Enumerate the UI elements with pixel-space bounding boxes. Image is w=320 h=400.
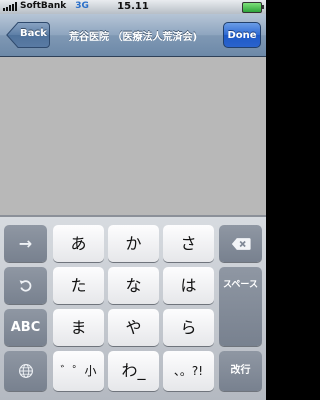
cursor-right-key[interactable]: → — [4, 225, 47, 262]
abc-key[interactable]: ABC — [4, 309, 47, 346]
back-button-label: Back — [20, 28, 47, 39]
kana-key-ka[interactable]: か — [108, 225, 159, 262]
kana-key-ka-label: か — [125, 234, 142, 253]
abc-key-label: ABC — [10, 320, 41, 335]
kana-key-a-label: あ — [70, 234, 87, 253]
space-key[interactable]: スペース — [219, 267, 262, 346]
done-button[interactable]: Done — [223, 22, 261, 48]
globe-key[interactable] — [4, 351, 47, 391]
punctuation-key-label: 、。?! — [173, 364, 204, 378]
space-key-label: スペース — [223, 280, 258, 290]
japanese-keyboard: → ABC あ か さ た な は ま や ら ゛゜小 わ_ 、。?! スペース… — [0, 215, 266, 400]
kana-key-ma[interactable]: ま — [53, 309, 104, 346]
kana-key-ya-label: や — [125, 318, 142, 337]
undo-icon — [19, 280, 31, 292]
delete-icon — [231, 238, 251, 250]
kana-key-ya[interactable]: や — [108, 309, 159, 346]
kana-key-sa[interactable]: さ — [163, 225, 214, 262]
battery-icon — [242, 2, 264, 13]
kana-key-sa-label: さ — [180, 234, 197, 253]
kana-key-na[interactable]: な — [108, 267, 159, 304]
kana-key-ta[interactable]: た — [53, 267, 104, 304]
kana-key-ra[interactable]: ら — [163, 309, 214, 346]
kana-key-wa[interactable]: わ_ — [108, 351, 159, 391]
status-bar: SoftBank 3G 15.11 — [0, 0, 266, 14]
kana-key-a[interactable]: あ — [53, 225, 104, 262]
return-key-label: 改行 — [230, 365, 251, 376]
arrow-right-icon: → — [18, 234, 33, 253]
delete-key[interactable] — [219, 225, 262, 262]
kana-key-ha[interactable]: は — [163, 267, 214, 304]
kana-key-ma-label: ま — [70, 318, 87, 337]
dakuten-small-key[interactable]: ゛゜小 — [53, 351, 104, 391]
kana-key-ha-label: は — [180, 276, 197, 295]
punctuation-key[interactable]: 、。?! — [163, 351, 214, 391]
kana-key-ta-label: た — [70, 276, 87, 295]
globe-icon — [18, 364, 33, 378]
dakuten-small-key-label: ゛゜小 — [60, 364, 97, 378]
page-title: 荒谷医院 （医療法人荒済会) — [68, 32, 198, 43]
kana-key-na-label: な — [125, 276, 142, 295]
undo-key[interactable] — [4, 267, 47, 304]
kana-key-ra-label: ら — [180, 318, 197, 337]
return-key[interactable]: 改行 — [219, 351, 262, 391]
navigation-bar: Back 荒谷医院 （医療法人荒済会) Done — [0, 14, 266, 57]
kana-key-wa-label: わ_ — [121, 361, 146, 380]
back-button[interactable]: Back — [6, 22, 50, 48]
status-time: 15.11 — [117, 1, 149, 12]
content-area — [0, 57, 266, 215]
